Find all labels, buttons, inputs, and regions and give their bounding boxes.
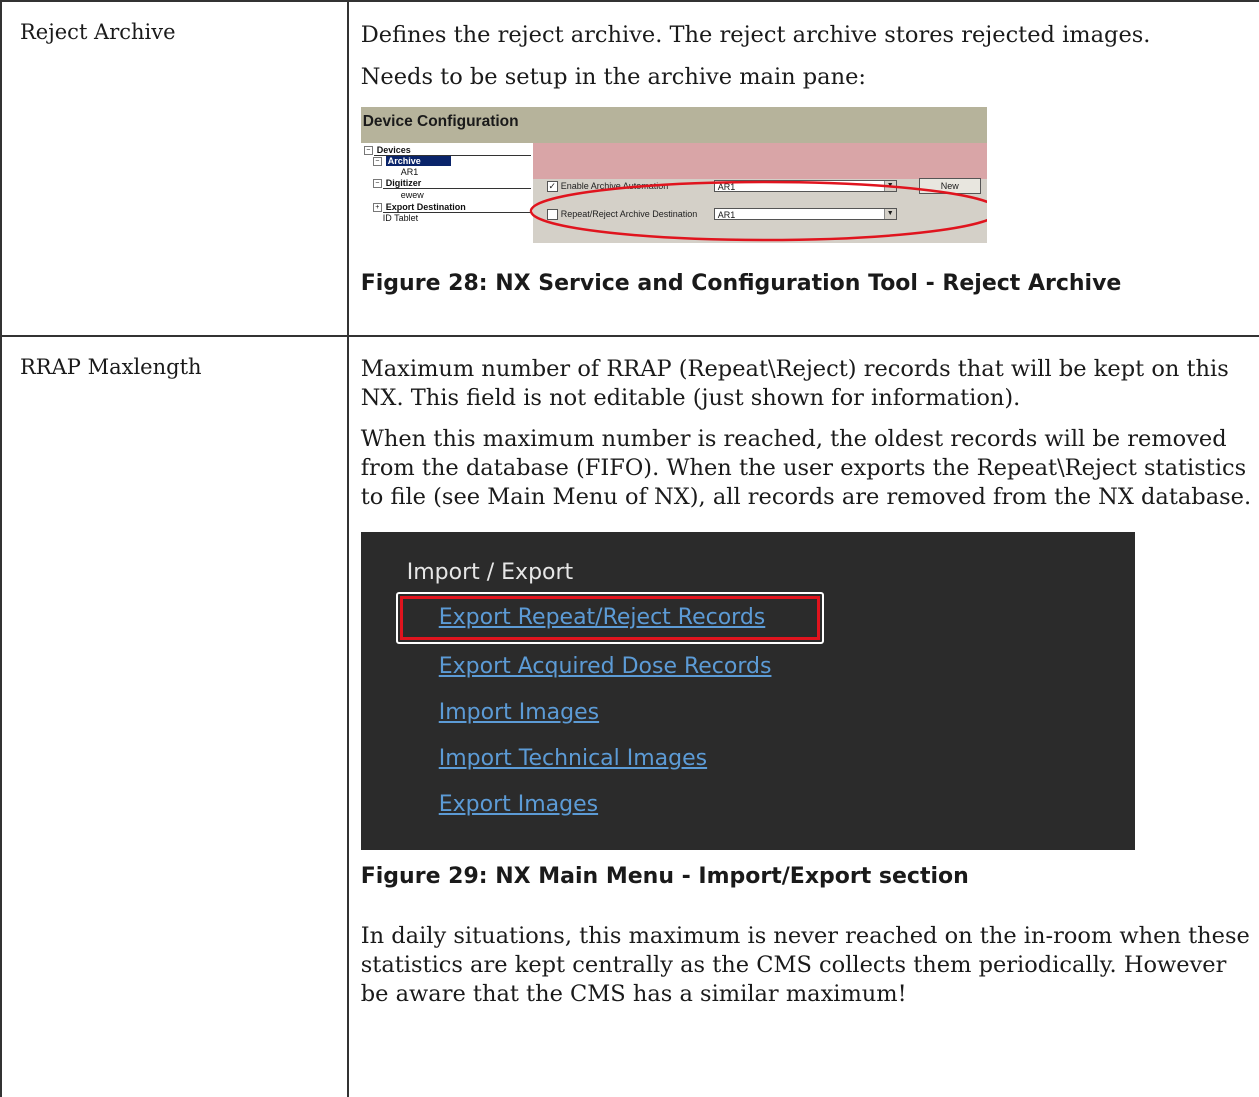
description-paragraph: Needs to be setup in the archive main pa…: [360, 64, 866, 90]
parameter-description-cell: Defines the reject archive. The reject a…: [347, 0, 1259, 337]
table-row: RRAP Maxlength Maximum number of RRAP (R…: [0, 336, 1259, 1097]
import-export-title: Import / Export: [406, 560, 574, 585]
description-paragraph: When this maximum number is reached, the…: [360, 426, 1252, 510]
figure-caption: Figure 28: NX Service and Configuration …: [360, 271, 1122, 296]
parameter-name: Reject Archive: [20, 20, 176, 44]
parameter-description-cell: Maximum number of RRAP (Repeat\Reject) r…: [348, 336, 1259, 1097]
description-paragraph: In daily situations, this maximum is nev…: [360, 923, 1250, 1007]
import-technical-images-link[interactable]: Import Technical Images: [439, 746, 707, 771]
import-images-link[interactable]: Import Images: [439, 700, 599, 725]
parameter-name-cell: Reject Archive: [0, 0, 349, 337]
export-repeat-reject-records-link[interactable]: Export Repeat/Reject Records: [439, 605, 766, 630]
description-paragraph: Maximum number of RRAP (Repeat\Reject) r…: [360, 356, 1229, 411]
parameters-table: Reject Archive Defines the reject archiv…: [0, 0, 1259, 1097]
figure-caption: Figure 29: NX Main Menu - Import/Export …: [360, 864, 969, 889]
document-page: Reject Archive Defines the reject archiv…: [0, 0, 1259, 1097]
highlight-oval: [529, 180, 987, 242]
export-acquired-dose-records-link[interactable]: Export Acquired Dose Records: [439, 654, 772, 679]
parameter-name: RRAP Maxlength: [20, 355, 202, 379]
description-paragraph: Defines the reject archive. The reject a…: [360, 22, 1151, 48]
table-row: Reject Archive Defines the reject archiv…: [0, 0, 1259, 337]
import-export-menu-screenshot: Import / Export Export Repeat/Reject Rec…: [360, 532, 1135, 850]
export-images-link[interactable]: Export Images: [439, 792, 598, 817]
parameter-name-cell: RRAP Maxlength: [0, 336, 349, 1097]
device-configuration-screenshot: Device Configuration − Devices − Archive A…: [360, 107, 987, 243]
